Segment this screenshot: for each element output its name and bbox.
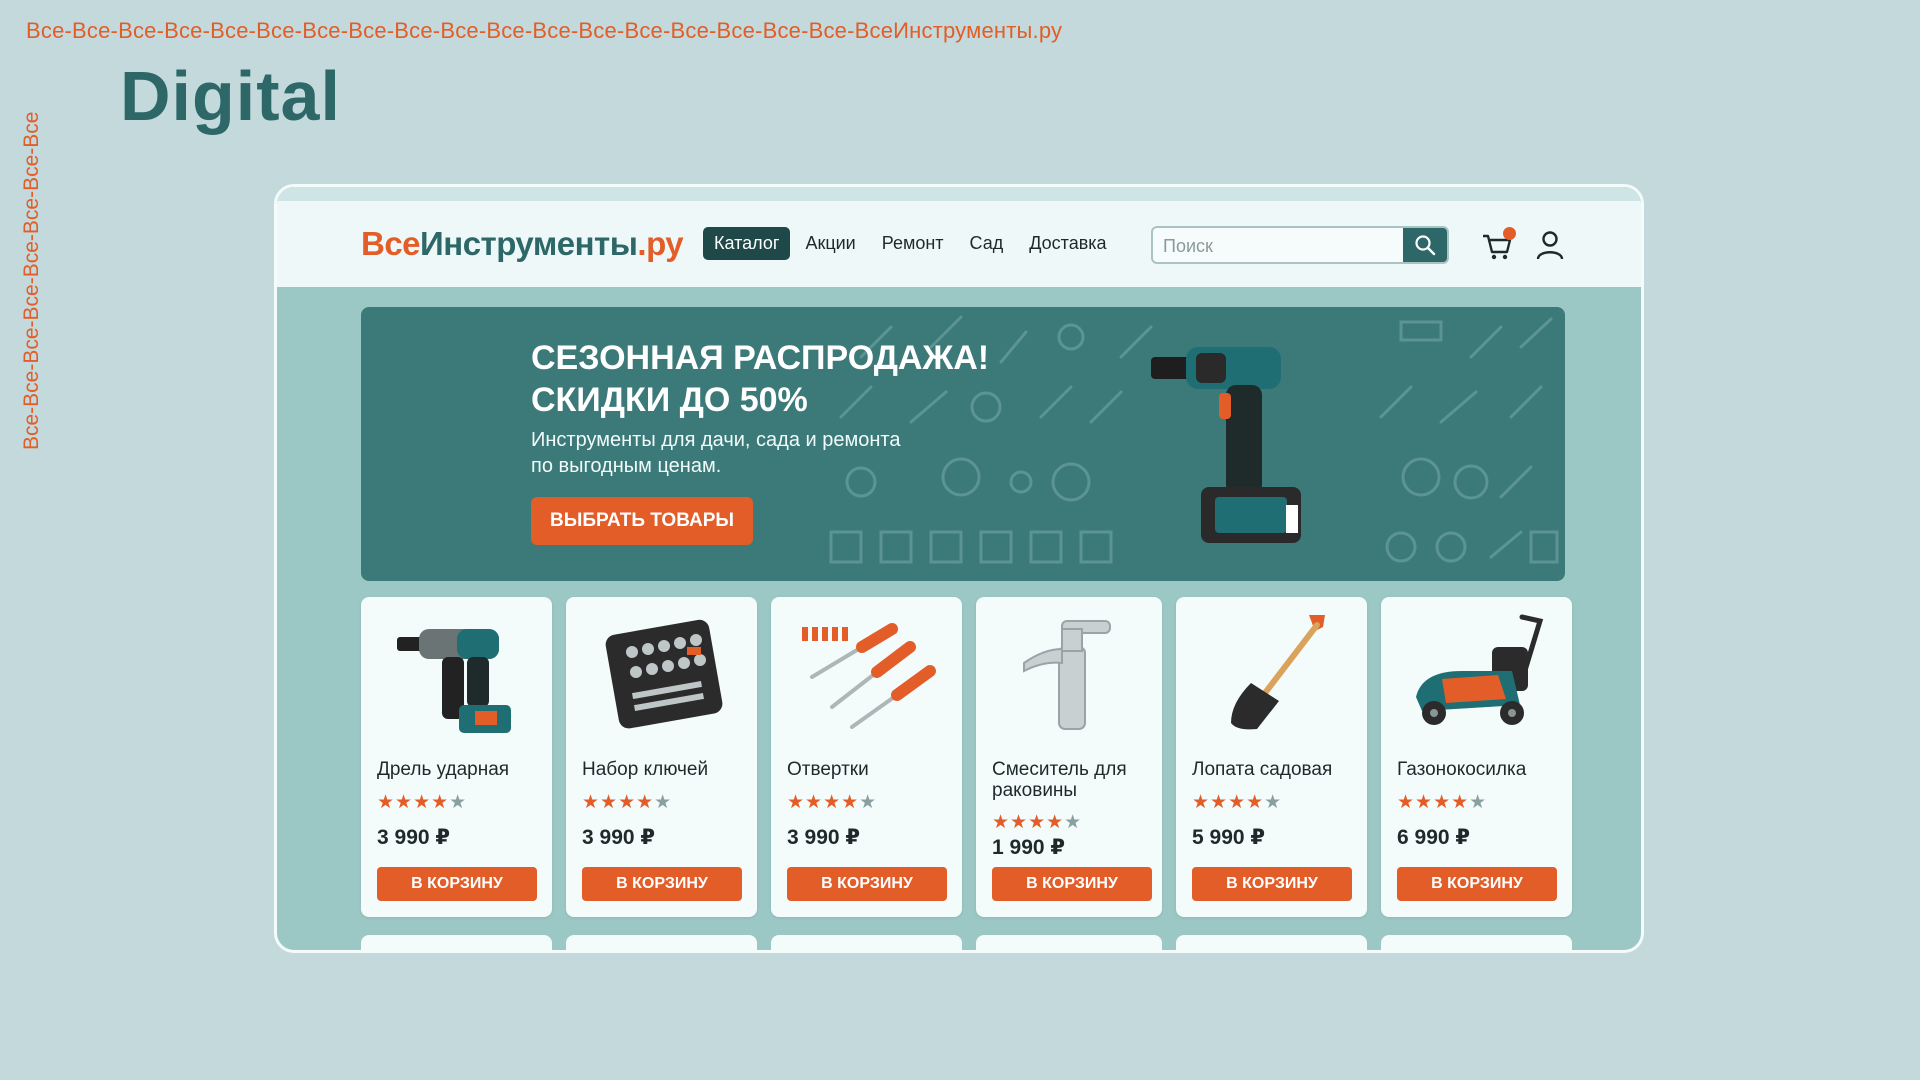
product-card-partial[interactable]: [1381, 935, 1572, 950]
frame-top-strip: [277, 187, 1641, 201]
product-name: Набор ключей: [582, 759, 709, 780]
user-icon: [1536, 231, 1564, 260]
product-card-partial[interactable]: [566, 935, 757, 950]
search-input[interactable]: [1153, 228, 1405, 262]
product-name: Отвертки: [787, 759, 869, 780]
cart-button[interactable]: [1481, 227, 1516, 263]
product-name: Дрель ударная: [377, 759, 510, 780]
banner-subtitle-line-1: Инструменты для дачи, сада и ремонта: [531, 429, 901, 451]
product-grid: Дрель ударная ★★★★★ 3 990 ₽ В КОРЗИНУ На…: [361, 597, 1572, 917]
product-price: 6 990 ₽: [1397, 826, 1470, 849]
rating-stars: ★★★★★: [992, 812, 1083, 833]
site-header: ВсеИнструменты.ру Каталог Акции Ремонт С…: [277, 201, 1641, 287]
browser-frame: ВсеИнструменты.ру Каталог Акции Ремонт С…: [274, 184, 1644, 953]
banner-title: СЕЗОННАЯ РАСПРОДАЖА! СКИДКИ ДО 50%: [531, 337, 989, 421]
product-card-partial[interactable]: [976, 935, 1162, 950]
drill-icon: [396, 629, 511, 733]
add-to-cart-button[interactable]: В КОРЗИНУ: [1397, 867, 1557, 901]
site-logo[interactable]: ВсеИнструменты.ру: [361, 225, 684, 263]
product-image: [976, 607, 1162, 747]
drill-icon: [1151, 347, 1301, 543]
product-card-partial[interactable]: [1176, 935, 1367, 950]
rating-stars: ★★★★★: [582, 792, 673, 813]
product-image: [1176, 607, 1367, 747]
product-card[interactable]: Газонокосилка ★★★★★ 6 990 ₽ В КОРЗИНУ: [1381, 597, 1572, 917]
lawnmower-icon: [1415, 614, 1543, 725]
nav-garden[interactable]: Сад: [959, 227, 1015, 260]
rating-stars: ★★★★★: [1397, 792, 1488, 813]
product-grid-row-2: [361, 935, 1572, 950]
shovel-icon: [1230, 615, 1325, 730]
product-card-partial[interactable]: [361, 935, 552, 950]
product-price: 3 990 ₽: [377, 826, 450, 849]
banner-subtitle: Инструменты для дачи, сада и ремонта по …: [531, 427, 951, 479]
logo-part-1: Все: [361, 225, 421, 262]
promo-banner: СЕЗОННАЯ РАСПРОДАЖА! СКИДКИ ДО 50% Инстр…: [361, 307, 1565, 581]
faucet-icon: [1023, 620, 1111, 730]
product-price: 1 990 ₽: [992, 836, 1065, 859]
search-button[interactable]: [1403, 228, 1447, 262]
cart-badge: [1503, 227, 1516, 240]
product-name: Газонокосилка: [1397, 759, 1527, 780]
product-price: 3 990 ₽: [787, 826, 860, 849]
search-box: [1151, 226, 1449, 264]
banner-title-line-1: СЕЗОННАЯ РАСПРОДАЖА!: [531, 339, 990, 377]
product-card[interactable]: Отвертки ★★★★★ 3 990 ₽ В КОРЗИНУ: [771, 597, 962, 917]
rating-stars: ★★★★★: [1192, 792, 1283, 813]
add-to-cart-button[interactable]: В КОРЗИНУ: [992, 867, 1152, 901]
rating-stars: ★★★★★: [787, 792, 878, 813]
add-to-cart-button[interactable]: В КОРЗИНУ: [377, 867, 537, 901]
nav-promotions[interactable]: Акции: [794, 227, 866, 260]
logo-part-3: .ру: [637, 225, 684, 262]
ticker-top: Все-Все-Все-Все-Все-Все-Все-Все-Все-Все-…: [26, 18, 1063, 43]
nav-catalog[interactable]: Каталог: [703, 227, 791, 260]
account-button[interactable]: [1535, 229, 1565, 261]
product-price: 5 990 ₽: [1192, 826, 1265, 849]
headline: Digital: [120, 57, 341, 135]
product-image: [1381, 607, 1572, 747]
wrench-set-icon: [605, 619, 722, 729]
product-image: [771, 607, 962, 747]
nav-delivery[interactable]: Доставка: [1018, 227, 1117, 260]
product-name: Лопата садовая: [1192, 759, 1333, 780]
product-name: Смеситель для раковины: [992, 759, 1127, 801]
add-to-cart-button[interactable]: В КОРЗИНУ: [787, 867, 947, 901]
nav-repair[interactable]: Ремонт: [871, 227, 955, 260]
product-image: [566, 607, 757, 747]
add-to-cart-button[interactable]: В КОРЗИНУ: [1192, 867, 1352, 901]
add-to-cart-button[interactable]: В КОРЗИНУ: [582, 867, 742, 901]
rating-stars: ★★★★★: [377, 792, 468, 813]
product-card[interactable]: Дрель ударная ★★★★★ 3 990 ₽ В КОРЗИНУ: [361, 597, 552, 917]
screwdrivers-icon: [801, 623, 936, 729]
banner-title-line-2: СКИДКИ ДО 50%: [531, 381, 808, 419]
ticker-side: Все-Все-Все-Все-Все-Все-Все-Все: [20, 111, 43, 450]
main-nav: Каталог Акции Ремонт Сад Доставка: [703, 227, 1122, 260]
product-image: [361, 607, 552, 747]
product-price: 3 990 ₽: [582, 826, 655, 849]
product-card[interactable]: Лопата садовая ★★★★★ 5 990 ₽ В КОРЗИНУ: [1176, 597, 1367, 917]
product-card[interactable]: Смеситель для раковины ★★★★★ 1 990 ₽ В К…: [976, 597, 1162, 917]
product-card[interactable]: Набор ключей ★★★★★ 3 990 ₽ В КОРЗИНУ: [566, 597, 757, 917]
banner-subtitle-line-2: по выгодным ценам.: [531, 455, 722, 477]
choose-products-button[interactable]: ВЫБРАТЬ ТОВАРЫ: [531, 497, 753, 545]
product-card-partial[interactable]: [771, 935, 962, 950]
search-icon: [1415, 235, 1436, 256]
logo-part-2: Инструменты: [420, 225, 638, 262]
